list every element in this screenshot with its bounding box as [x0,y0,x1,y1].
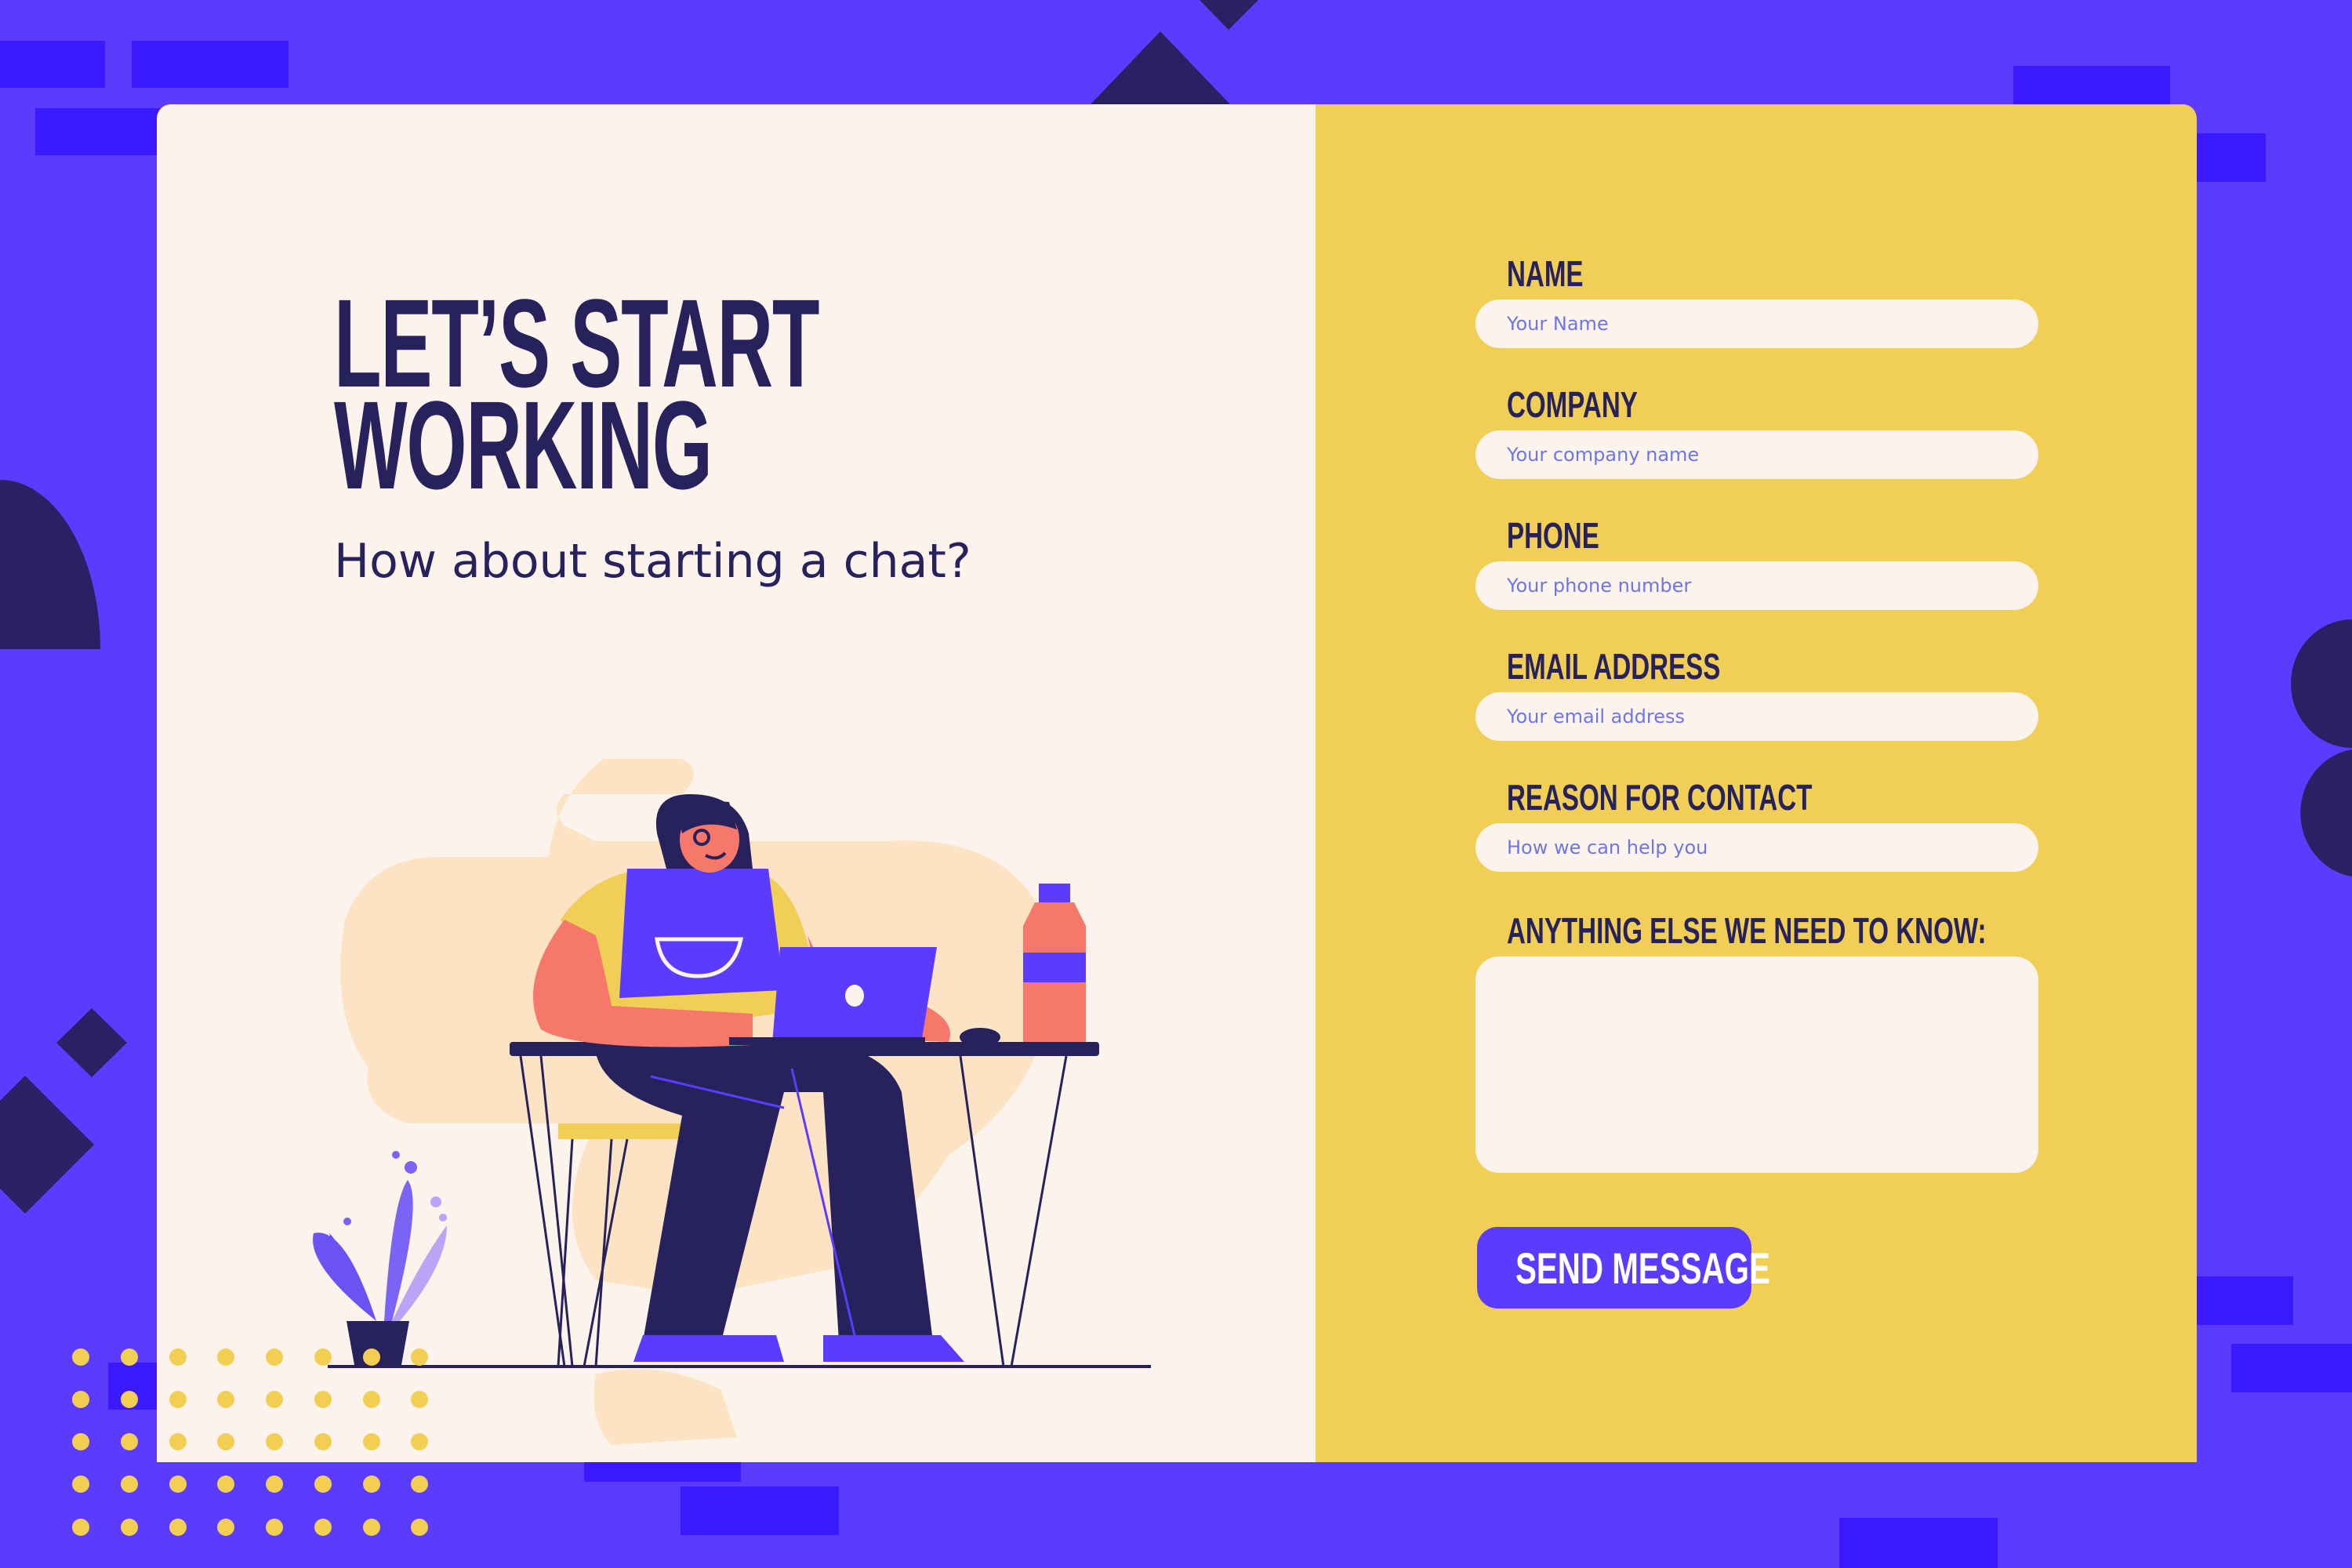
deco-dot [121,1348,138,1366]
page-title: LET’S START WORKING [334,281,820,508]
send-message-button[interactable]: SEND MESSAGE [1477,1227,1770,1308]
phone-input[interactable] [1475,561,2038,610]
deco-dot [266,1433,283,1450]
deco-dot [314,1475,332,1493]
page-subtitle: How about starting a chat? [334,534,971,589]
deco-dot [363,1519,380,1536]
page-title-line2: WORKING [334,375,713,515]
message-label: ANYTHING ELSE WE NEED TO KNOW: [1507,910,1987,951]
deco-dot [411,1475,428,1493]
name-input[interactable] [1475,299,2038,348]
deco-dot [121,1475,138,1493]
email-input[interactable] [1475,692,2038,741]
deco-dot [72,1348,89,1366]
deco-dot [72,1433,89,1450]
phone-label: PHONE [1507,515,1599,556]
company-input[interactable] [1475,430,2038,479]
email-label: EMAIL ADDRESS [1507,646,1721,687]
deco-dot [411,1391,428,1408]
deco-dot [121,1391,138,1408]
deco-dot [217,1519,234,1536]
deco-dot [169,1391,187,1408]
deco-dot [169,1348,187,1366]
deco-dot [266,1475,283,1493]
deco-dot [217,1475,234,1493]
deco-dot [363,1475,380,1493]
deco-dot [363,1433,380,1450]
send-message-label: SEND MESSAGE [1515,1243,1770,1293]
deco-dot [169,1433,187,1450]
woman-at-laptop-illustration [313,759,1151,1445]
deco-dot [266,1391,283,1408]
deco-dot [314,1433,332,1450]
deco-dot [266,1519,283,1536]
deco-dot [363,1391,380,1408]
deco-dot [266,1348,283,1366]
deco-dot [314,1391,332,1408]
reason-input[interactable] [1475,823,2038,872]
deco-dot [217,1348,234,1366]
deco-dot [121,1433,138,1450]
deco-dot [121,1519,138,1536]
company-label: COMPANY [1507,384,1638,425]
message-textarea[interactable] [1475,956,2038,1173]
deco-dot [411,1519,428,1536]
deco-dot [72,1391,89,1408]
deco-dot [169,1475,187,1493]
deco-dot [169,1519,187,1536]
deco-dot [217,1391,234,1408]
deco-dot [72,1475,89,1493]
deco-dot [314,1348,332,1366]
name-label: NAME [1507,253,1584,294]
deco-dot [411,1348,428,1366]
deco-dot [363,1348,380,1366]
deco-dot [217,1433,234,1450]
hero-panel: LET’S START WORKING How about starting a… [157,104,1316,1462]
deco-dot [72,1519,89,1536]
reason-label: REASON FOR CONTACT [1507,777,1813,818]
deco-dot [314,1519,332,1536]
deco-dot [411,1433,428,1450]
